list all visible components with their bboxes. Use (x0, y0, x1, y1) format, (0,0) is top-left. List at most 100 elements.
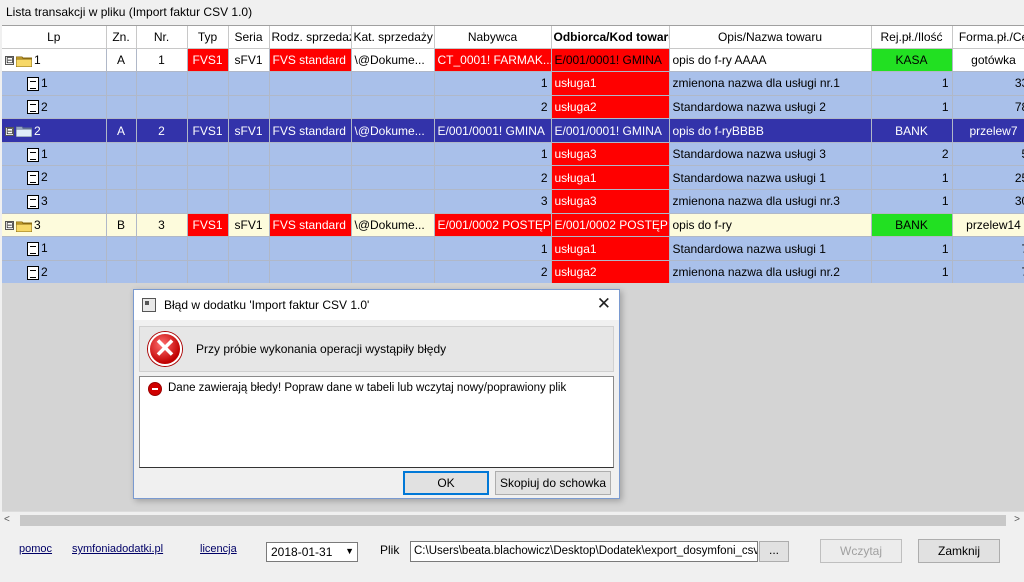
cell-opis[interactable]: Standardowa nazwa usługi 2 (669, 95, 872, 120)
cell-seria[interactable] (228, 260, 270, 283)
cell-kat[interactable]: \@Dokume... (351, 118, 435, 143)
cell-odbiorca[interactable]: E/001/0001! GMINA (551, 48, 670, 73)
col-rodz[interactable]: Rodz. sprzedaży (269, 26, 352, 49)
symfoniadodatki-link[interactable]: symfoniadodatki.pl (72, 543, 163, 555)
cell-typ[interactable] (187, 165, 229, 191)
cell-rej[interactable]: 1 (871, 260, 953, 283)
cell-rodz[interactable] (269, 165, 352, 191)
cell-kat[interactable] (351, 71, 435, 96)
cell-odbiorca[interactable]: usługa1 (551, 165, 670, 191)
cell-opis[interactable]: opis do f-ry AAAA (669, 48, 872, 73)
col-kat[interactable]: Kat. sprzedaży (351, 26, 435, 49)
cell-rodz[interactable]: FVS standard (269, 118, 352, 143)
cell-odbiorca[interactable]: usługa1 (551, 71, 670, 96)
cell-opis[interactable]: zmienona nazwa dla usługi nr.2 (669, 260, 872, 283)
error-list[interactable]: Dane zawierają błedy! Popraw dane w tabe… (139, 376, 614, 468)
cell-odbiorca[interactable]: usługa2 (551, 260, 670, 283)
cell-typ[interactable] (187, 260, 229, 283)
cell-nabywca[interactable]: CT_0001! FARMAK... (434, 48, 552, 73)
cell-nr[interactable] (136, 236, 188, 261)
date-picker[interactable]: 2018-01-31 ▼ (266, 542, 358, 562)
ok-button[interactable]: OK (403, 471, 489, 495)
cell-lp[interactable]: ⊟ 1 (2, 48, 107, 73)
table-row-child[interactable]: 2 2 usługa2 Standardowa nazwa usługi 2 1… (2, 95, 1024, 120)
collapse-icon[interactable]: ⊟ (5, 56, 14, 66)
cell-rej[interactable]: 1 (871, 95, 953, 120)
cell-opis[interactable]: Standardowa nazwa usługi 1 (669, 236, 872, 261)
cell-nr[interactable]: 3 (136, 213, 188, 238)
dialog-titlebar[interactable]: Błąd w dodatku 'Import faktur CSV 1.0' ✕ (134, 290, 619, 320)
cell-zn[interactable] (106, 236, 137, 261)
cell-forma[interactable]: przelew7 (952, 118, 1024, 143)
cell-nabywca[interactable]: 1 (434, 71, 552, 96)
cell-lp[interactable]: ⊟ 2 (2, 118, 107, 143)
cell-rej[interactable]: 1 (871, 165, 953, 191)
cell-rej[interactable]: 1 (871, 71, 953, 96)
cell-odbiorca[interactable]: usługa3 (551, 189, 670, 214)
cell-lp[interactable]: ⊟ 3 (2, 213, 107, 238)
scroll-left-icon[interactable]: < (4, 514, 10, 525)
cell-seria[interactable]: sFV1 (228, 48, 270, 73)
cell-zn[interactable]: B (106, 213, 137, 238)
col-forma[interactable]: Forma.pł./Ce (952, 26, 1024, 49)
cell-rej[interactable]: 2 (871, 142, 953, 167)
cell-odbiorca[interactable]: usługa2 (551, 95, 670, 120)
table-row-child[interactable]: 3 3 usługa3 zmienona nazwa dla usługi nr… (2, 189, 1024, 214)
cell-kat[interactable] (351, 95, 435, 120)
col-rej[interactable]: Rej.pł./Ilość (871, 26, 953, 49)
cell-kat[interactable] (351, 189, 435, 214)
cell-nr[interactable] (136, 165, 188, 191)
cell-lp[interactable]: 1 (2, 236, 107, 261)
cell-rej[interactable]: 1 (871, 189, 953, 214)
zamknij-button[interactable]: Zamknij (918, 539, 1000, 563)
cell-odbiorca[interactable]: E/001/0002 POSTĘP (551, 213, 670, 238)
cell-lp[interactable]: 1 (2, 71, 107, 96)
cell-odbiorca[interactable]: usługa3 (551, 142, 670, 167)
transactions-grid[interactable]: Lp Zn. Nr. Typ Seria Rodz. sprzedaży Kat… (2, 25, 1024, 283)
cell-nr[interactable] (136, 189, 188, 214)
browse-button[interactable]: ... (759, 541, 789, 562)
cell-nr[interactable] (136, 71, 188, 96)
cell-seria[interactable] (228, 142, 270, 167)
cell-rodz[interactable] (269, 71, 352, 96)
table-row-child[interactable]: 2 2 usługa2 zmienona nazwa dla usługi nr… (2, 260, 1024, 283)
cell-zn[interactable]: A (106, 48, 137, 73)
cell-kat[interactable] (351, 260, 435, 283)
col-odbiorca[interactable]: Odbiorca/Kod towaru (551, 26, 670, 49)
cell-seria[interactable] (228, 236, 270, 261)
cell-typ[interactable] (187, 95, 229, 120)
col-opis[interactable]: Opis/Nazwa towaru (669, 26, 872, 49)
cell-seria[interactable]: sFV1 (228, 213, 270, 238)
cell-zn[interactable] (106, 71, 137, 96)
cell-odbiorca[interactable]: usługa1 (551, 236, 670, 261)
cell-seria[interactable]: sFV1 (228, 118, 270, 143)
cell-rej[interactable]: BANK (871, 213, 953, 238)
cell-forma[interactable]: 33, (952, 71, 1024, 96)
cell-typ[interactable]: FVS1 (187, 213, 229, 238)
wczytaj-button[interactable]: Wczytaj (820, 539, 902, 563)
file-path-input[interactable]: C:\Users\beata.blachowicz\Desktop\Dodate… (410, 541, 758, 562)
cell-rodz[interactable] (269, 260, 352, 283)
cell-seria[interactable] (228, 165, 270, 191)
col-zn[interactable]: Zn. (106, 26, 137, 49)
cell-rodz[interactable]: FVS standard (269, 48, 352, 73)
cell-typ[interactable] (187, 142, 229, 167)
cell-rodz[interactable] (269, 95, 352, 120)
cell-opis[interactable]: zmienona nazwa dla usługi nr.3 (669, 189, 872, 214)
cell-forma[interactable]: 7, (952, 236, 1024, 261)
cell-rodz[interactable] (269, 189, 352, 214)
cell-forma[interactable]: 25, (952, 165, 1024, 191)
cell-nr[interactable] (136, 142, 188, 167)
cell-forma[interactable]: 78, (952, 95, 1024, 120)
cell-nabywca[interactable]: E/001/0001! GMINA (434, 118, 552, 143)
cell-zn[interactable]: A (106, 118, 137, 143)
collapse-icon[interactable]: ⊟ (5, 221, 14, 231)
cell-zn[interactable] (106, 165, 137, 191)
cell-lp[interactable]: 1 (2, 142, 107, 167)
cell-opis[interactable]: Standardowa nazwa usługi 3 (669, 142, 872, 167)
cell-typ[interactable] (187, 189, 229, 214)
cell-seria[interactable] (228, 95, 270, 120)
cell-forma[interactable]: gotówka (952, 48, 1024, 73)
cell-nr[interactable]: 2 (136, 118, 188, 143)
cell-zn[interactable] (106, 189, 137, 214)
